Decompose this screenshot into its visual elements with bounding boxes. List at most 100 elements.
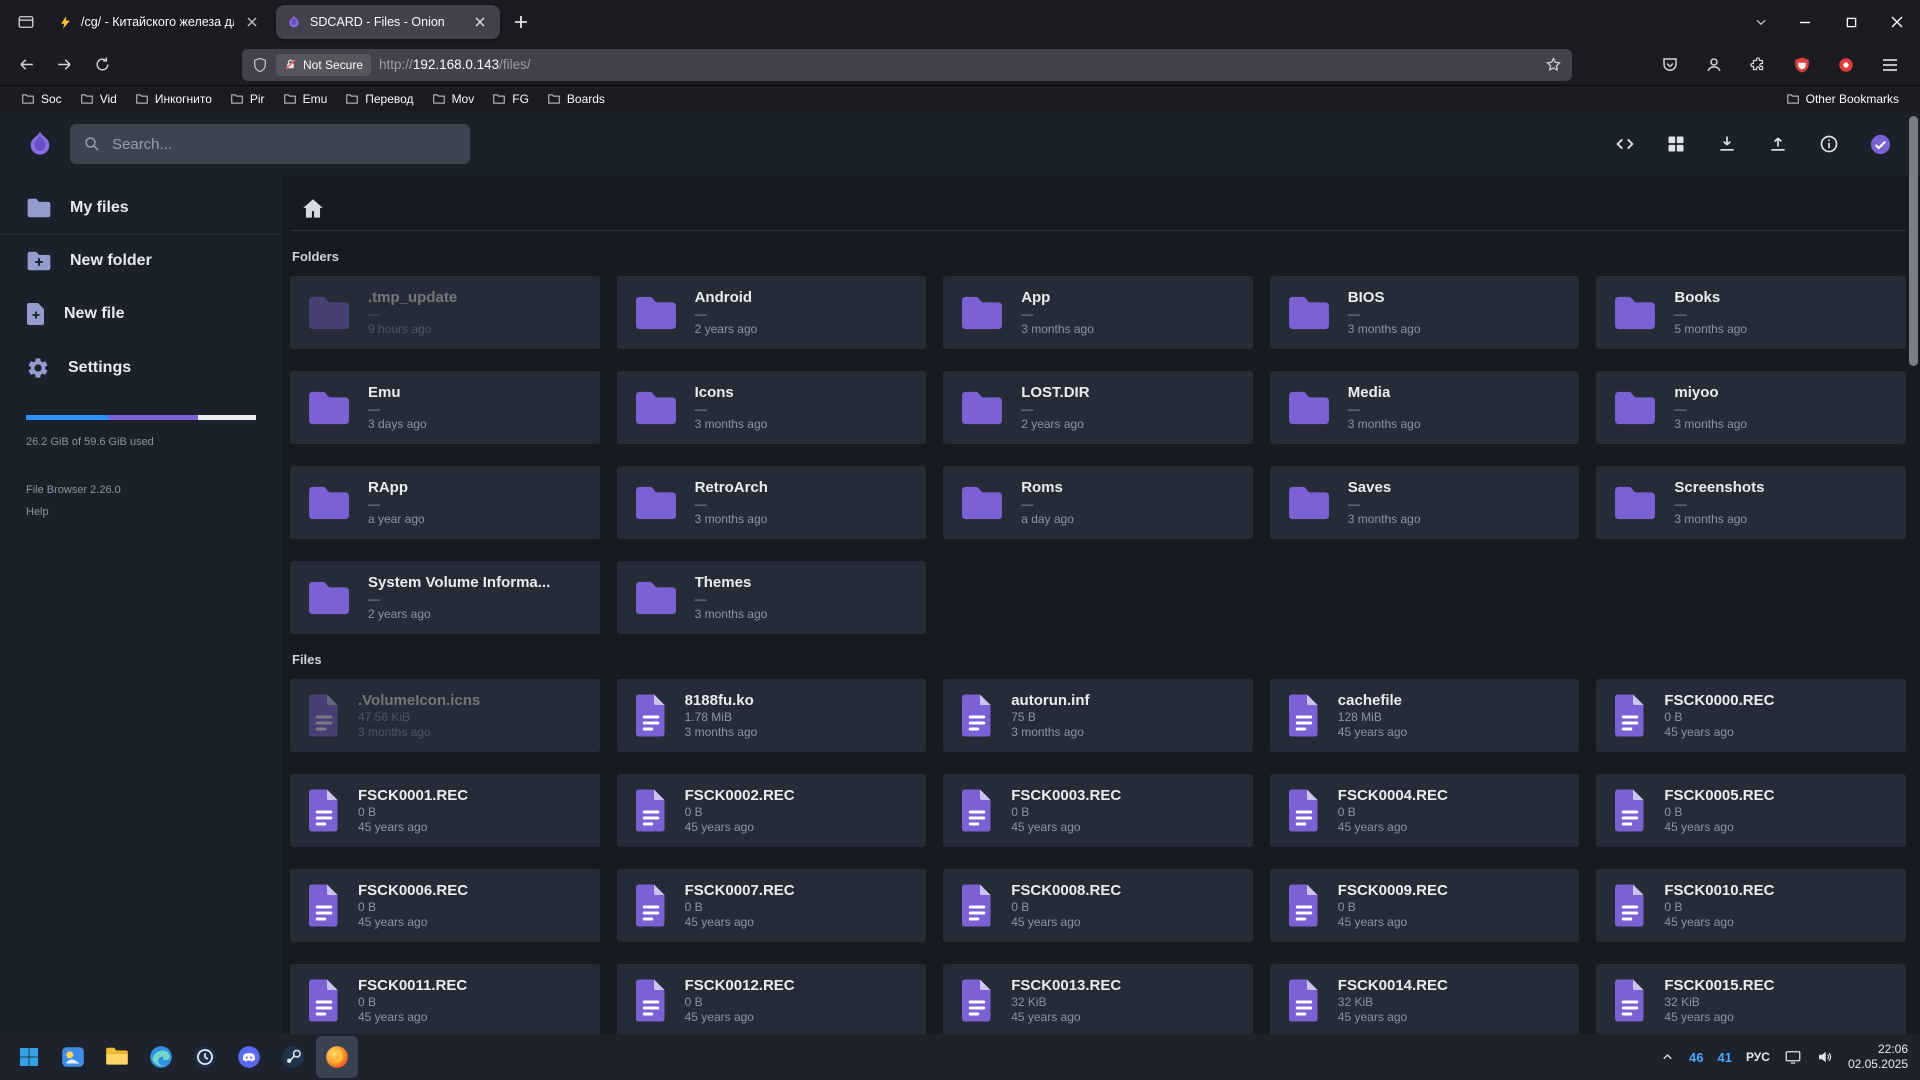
file-card[interactable]: FSCK0013.REC 32 KiB 45 years ago (943, 964, 1253, 1034)
folder-card[interactable]: Themes — 3 months ago (617, 561, 927, 634)
reload-button[interactable] (86, 49, 118, 81)
file-card[interactable]: FSCK0012.REC 0 B 45 years ago (617, 964, 927, 1034)
folder-card[interactable]: Android — 2 years ago (617, 276, 927, 349)
touch-keyboard-icon[interactable] (1784, 1048, 1802, 1066)
tray-overflow-chevron-icon[interactable] (1660, 1050, 1675, 1065)
home-icon[interactable] (300, 196, 326, 222)
red-addon-button[interactable] (1830, 49, 1862, 81)
folder-card[interactable]: App — 3 months ago (943, 276, 1253, 349)
bookmark-item[interactable]: Emu (276, 89, 335, 109)
bookmark-item[interactable]: Mov (425, 89, 482, 109)
tab-close-icon[interactable] (242, 12, 262, 32)
file-card[interactable]: FSCK0005.REC 0 B 45 years ago (1596, 774, 1906, 847)
url-text[interactable]: http://192.168.0.143/files/ (379, 57, 1537, 72)
speaker-icon[interactable] (1816, 1048, 1834, 1066)
folder-card[interactable]: Media — 3 months ago (1270, 371, 1580, 444)
file-card[interactable]: FSCK0000.REC 0 B 45 years ago (1596, 679, 1906, 752)
file-card[interactable]: FSCK0002.REC 0 B 45 years ago (617, 774, 927, 847)
language-indicator[interactable]: РУС (1746, 1050, 1770, 1064)
bookmark-star-icon[interactable] (1545, 56, 1562, 73)
firefox-button[interactable] (316, 1036, 358, 1078)
firefox-view-button[interactable] (8, 5, 44, 39)
file-card[interactable]: FSCK0001.REC 0 B 45 years ago (290, 774, 600, 847)
bookmark-item[interactable]: FG (485, 89, 536, 109)
account-button[interactable] (1698, 49, 1730, 81)
info-button[interactable] (1815, 130, 1843, 158)
forward-button[interactable] (48, 49, 80, 81)
sidebar-item-new-folder[interactable]: New folder (0, 235, 282, 287)
file-card[interactable]: .VolumeIcon.icns 47.56 KiB 3 months ago (290, 679, 600, 752)
folder-card[interactable]: RetroArch — 3 months ago (617, 466, 927, 539)
minimize-button[interactable] (1782, 0, 1828, 44)
search-bar[interactable] (70, 124, 470, 164)
file-card[interactable]: 8188fu.ko 1.78 MiB 3 months ago (617, 679, 927, 752)
folder-card[interactable]: LOST.DIR — 2 years ago (943, 371, 1253, 444)
tray-temp-2[interactable]: 41 (1717, 1050, 1731, 1065)
folder-card[interactable]: miyoo — 3 months ago (1596, 371, 1906, 444)
tab-imageboard[interactable]: /cg/ - Китайского железа для (48, 5, 272, 39)
file-card[interactable]: FSCK0008.REC 0 B 45 years ago (943, 869, 1253, 942)
switch-view-button[interactable] (1662, 130, 1690, 158)
folder-card[interactable]: Emu — 3 days ago (290, 371, 600, 444)
file-card[interactable]: FSCK0010.REC 0 B 45 years ago (1596, 869, 1906, 942)
security-chip[interactable]: Not Secure (276, 54, 371, 76)
clock-app-button[interactable] (184, 1036, 226, 1078)
close-window-button[interactable] (1874, 0, 1920, 44)
select-multiple-button[interactable] (1866, 130, 1894, 158)
folder-card[interactable]: RApp — a year ago (290, 466, 600, 539)
bookmark-item[interactable]: Инкогнито (128, 89, 219, 109)
start-button[interactable] (8, 1036, 50, 1078)
sidebar-item-my-files[interactable]: My files (0, 182, 282, 234)
folder-card[interactable]: System Volume Informa... — 2 years ago (290, 561, 600, 634)
sidebar-item-new-file[interactable]: New file (0, 287, 282, 341)
tray-temp-1[interactable]: 46 (1689, 1050, 1703, 1065)
ublock-button[interactable] (1786, 49, 1818, 81)
file-card[interactable]: FSCK0007.REC 0 B 45 years ago (617, 869, 927, 942)
list-all-tabs-button[interactable] (1744, 5, 1778, 39)
other-bookmarks[interactable]: Other Bookmarks (1779, 89, 1906, 109)
bookmark-item[interactable]: Pir (223, 89, 272, 109)
url-bar[interactable]: Not Secure http://192.168.0.143/files/ (242, 49, 1572, 81)
menu-button[interactable] (1874, 49, 1906, 81)
discord-button[interactable] (228, 1036, 270, 1078)
folder-card[interactable]: BIOS — 3 months ago (1270, 276, 1580, 349)
folder-card[interactable]: Screenshots — 3 months ago (1596, 466, 1906, 539)
sidebar-item-settings[interactable]: Settings (0, 341, 282, 395)
help-link[interactable]: Help (26, 506, 256, 518)
file-card[interactable]: FSCK0015.REC 32 KiB 45 years ago (1596, 964, 1906, 1034)
shell-button[interactable] (1611, 130, 1639, 158)
file-card[interactable]: FSCK0006.REC 0 B 45 years ago (290, 869, 600, 942)
pocket-button[interactable] (1654, 49, 1686, 81)
back-button[interactable] (10, 49, 42, 81)
widgets-button[interactable] (52, 1036, 94, 1078)
folder-card[interactable]: Saves — 3 months ago (1270, 466, 1580, 539)
steam-button[interactable] (272, 1036, 314, 1078)
file-explorer-button[interactable] (96, 1036, 138, 1078)
file-card[interactable]: FSCK0004.REC 0 B 45 years ago (1270, 774, 1580, 847)
folder-card[interactable]: Icons — 3 months ago (617, 371, 927, 444)
upload-button[interactable] (1764, 130, 1792, 158)
folder-card[interactable]: Roms — a day ago (943, 466, 1253, 539)
folder-card[interactable]: .tmp_update — 9 hours ago (290, 276, 600, 349)
file-card[interactable]: cachefile 128 MiB 45 years ago (1270, 679, 1580, 752)
folder-card[interactable]: Books — 5 months ago (1596, 276, 1906, 349)
file-card[interactable]: FSCK0003.REC 0 B 45 years ago (943, 774, 1253, 847)
tab-sdcard-files[interactable]: SDCARD - Files - Onion (276, 5, 500, 39)
bookmark-item[interactable]: Boards (540, 89, 612, 109)
download-button[interactable] (1713, 130, 1741, 158)
search-input[interactable] (112, 136, 457, 153)
page-scrollbar-thumb[interactable] (1909, 116, 1918, 366)
file-card[interactable]: autorun.inf 75 B 3 months ago (943, 679, 1253, 752)
file-card[interactable]: FSCK0009.REC 0 B 45 years ago (1270, 869, 1580, 942)
bookmark-item[interactable]: Перевод (338, 89, 420, 109)
bookmark-item[interactable]: Soc (14, 89, 69, 109)
tab-close-icon[interactable] (470, 12, 490, 32)
tracking-shield-icon[interactable] (252, 57, 268, 73)
file-card[interactable]: FSCK0011.REC 0 B 45 years ago (290, 964, 600, 1034)
maximize-button[interactable] (1828, 0, 1874, 44)
bookmark-item[interactable]: Vid (73, 89, 124, 109)
taskbar-clock[interactable]: 22:06 02.05.2025 (1848, 1042, 1908, 1072)
new-tab-button[interactable] (504, 5, 538, 39)
file-card[interactable]: FSCK0014.REC 32 KiB 45 years ago (1270, 964, 1580, 1034)
extensions-button[interactable] (1742, 49, 1774, 81)
